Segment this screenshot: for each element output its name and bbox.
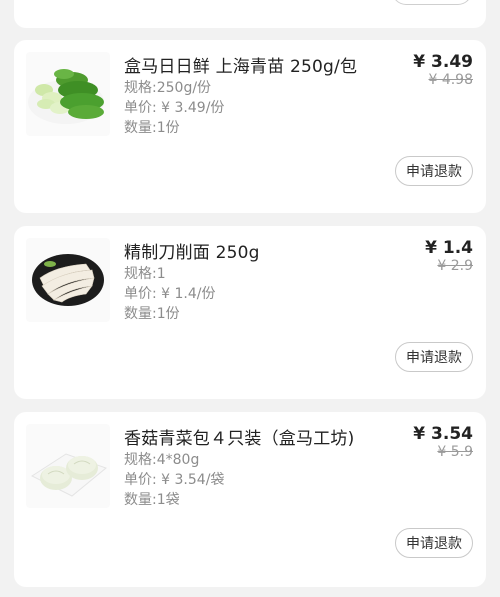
item-spec: 规格:1 bbox=[124, 266, 166, 282]
previous-order-card bbox=[14, 0, 486, 28]
item-quantity: 数量:1份 bbox=[124, 120, 180, 136]
item-original-price: ¥ 4.98 bbox=[428, 72, 473, 88]
item-price: ¥ 3.54 bbox=[413, 424, 473, 444]
item-spec: 规格:4*80g bbox=[124, 452, 200, 468]
order-item-card: 精制刀削面 250g ¥ 1.4 ¥ 2.9 规格:1 单价: ¥ 1.4/份 … bbox=[14, 226, 486, 399]
steamed-buns-image[interactable] bbox=[26, 424, 110, 508]
item-quantity: 数量:1袋 bbox=[124, 492, 180, 508]
item-unit-price: 单价: ¥ 3.49/份 bbox=[124, 100, 225, 116]
item-unit-price: 单价: ¥ 1.4/份 bbox=[124, 286, 216, 302]
item-title: 香菇青菜包４只装（盒马工坊) bbox=[124, 429, 355, 449]
refund-button[interactable]: 申请退款 bbox=[395, 528, 473, 558]
knife-cut-noodles-image[interactable] bbox=[26, 238, 110, 322]
bok-choy-image[interactable] bbox=[26, 52, 110, 136]
order-item-card: 香菇青菜包４只装（盒马工坊) ¥ 3.54 ¥ 5.9 规格:4*80g 单价:… bbox=[14, 412, 486, 587]
item-title: 精制刀削面 250g bbox=[124, 243, 260, 263]
previous-refund-button[interactable] bbox=[392, 0, 472, 5]
item-unit-price: 单价: ¥ 3.54/袋 bbox=[124, 472, 225, 488]
item-title: 盒马日日鲜 上海青苗 250g/包 bbox=[124, 57, 358, 77]
order-item-card: 盒马日日鲜 上海青苗 250g/包 ¥ 3.49 ¥ 4.98 规格:250g/… bbox=[14, 40, 486, 213]
item-original-price: ¥ 5.9 bbox=[437, 444, 473, 460]
item-quantity: 数量:1份 bbox=[124, 306, 180, 322]
item-price: ¥ 3.49 bbox=[413, 52, 473, 72]
item-original-price: ¥ 2.9 bbox=[437, 258, 473, 274]
refund-button[interactable]: 申请退款 bbox=[395, 342, 473, 372]
item-spec: 规格:250g/份 bbox=[124, 80, 212, 96]
item-price: ¥ 1.4 bbox=[425, 238, 473, 258]
refund-button[interactable]: 申请退款 bbox=[395, 156, 473, 186]
